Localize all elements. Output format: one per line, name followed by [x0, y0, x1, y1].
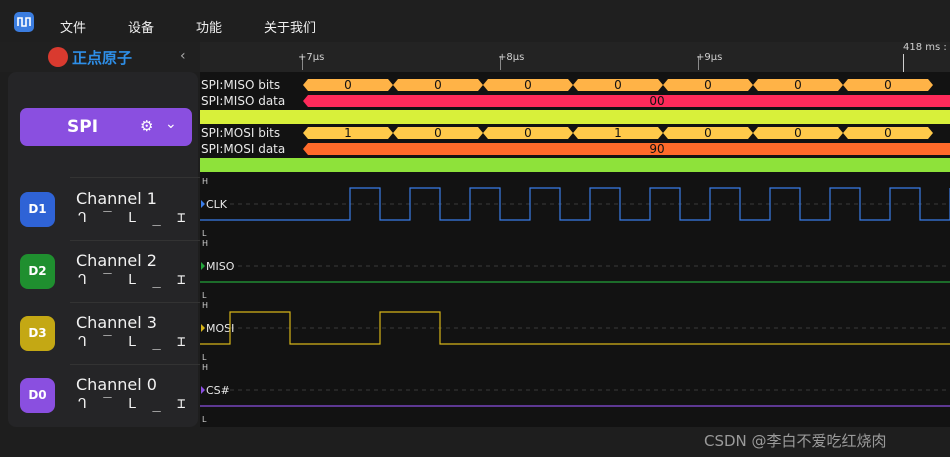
collapse-panel-icon[interactable]: ‹ [180, 48, 186, 64]
ruler-tick-label: +8µs [498, 52, 525, 63]
channel-badge-d2[interactable]: D2 [20, 254, 55, 289]
channel-divider [70, 240, 200, 241]
spi-analyzer-label: SPI [67, 117, 99, 137]
decoder-value: 0 [344, 78, 352, 92]
level-low-label: L [202, 229, 207, 238]
decoder-value: 0 [434, 126, 442, 140]
channel-name-0: Channel 0 [76, 375, 157, 394]
signal-label: MISO [206, 260, 235, 273]
channel-badge-d3[interactable]: D3 [20, 316, 55, 351]
channel-name-1: Channel 1 [76, 189, 157, 208]
level-low-label: L [202, 353, 207, 362]
level-low-label: L [202, 415, 207, 424]
decoder-band [200, 158, 950, 172]
decoder-value: 0 [524, 126, 532, 140]
decoder-row-label: SPI:MISO data [201, 94, 285, 108]
channel-name-2: Channel 2 [76, 251, 157, 270]
level-low-label: L [202, 291, 207, 300]
trigger-icons[interactable]: ᒉ ‾ ᒪ _ ⌶ [78, 334, 190, 350]
channel-badge-d1[interactable]: D1 [20, 192, 55, 227]
decoder-value: 0 [524, 78, 532, 92]
decoder-value: 1 [344, 126, 352, 140]
channel-divider [70, 302, 200, 303]
time-marker-label: 418 ms : 5 [903, 42, 950, 53]
trigger-icons[interactable]: ᒉ ‾ ᒪ _ ⌶ [78, 272, 190, 288]
time-ruler[interactable]: +7µs +8µs +9µs 418 ms : 5 [200, 42, 950, 72]
brand-logo-icon [48, 47, 68, 67]
menu-device[interactable]: 设备 [128, 17, 154, 36]
decoder-value: 0 [794, 78, 802, 92]
channel-name-3: Channel 3 [76, 313, 157, 332]
trigger-icons[interactable]: ᒉ ‾ ᒪ _ ⌶ [78, 396, 190, 412]
channel-divider [70, 177, 200, 178]
menu-function[interactable]: 功能 [196, 17, 222, 36]
decoder-segment [303, 143, 950, 155]
signal-marker-icon [201, 386, 205, 394]
ruler-tick-label: +7µs [298, 52, 325, 63]
decoder-segment [303, 95, 950, 107]
chevron-down-icon[interactable]: ⌄ [165, 116, 177, 132]
decoder-value: 0 [884, 126, 892, 140]
trigger-icons[interactable]: ᒉ ‾ ᒪ _ ⌶ [78, 210, 190, 226]
menu-about[interactable]: 关于我们 [264, 17, 316, 36]
level-high-label: H [202, 177, 208, 186]
ruler-tick-label: +9µs [696, 52, 723, 63]
watermark: CSDN @李白不爱吃红烧肉 [704, 432, 887, 450]
decoder-row-label: SPI:MOSI data [201, 142, 285, 156]
menu-file[interactable]: 文件 [60, 17, 86, 36]
app-logo-icon[interactable] [14, 12, 34, 32]
signal-marker-icon [201, 324, 205, 332]
decoder-row-label: SPI:MISO bits [201, 78, 280, 92]
waveform-canvas[interactable]: SPI:MISO bits 0 0 0 0 0 0 0SPI:MISO data 00SPI:M… [200, 72, 950, 427]
channel-divider [70, 364, 200, 365]
waveform-area[interactable]: SPI:MISO bits 0 0 0 0 0 0 0 SPI:MISO data 00 SPI:M… [200, 72, 950, 427]
level-high-label: H [202, 363, 208, 372]
decoder-value: 0 [704, 126, 712, 140]
signal-label: CLK [206, 198, 228, 211]
gear-icon[interactable]: ⚙ [140, 117, 153, 135]
decoder-row-label: SPI:MOSI bits [201, 126, 280, 140]
decoder-value: 0 [794, 126, 802, 140]
decoder-value: 00 [649, 94, 664, 108]
level-high-label: H [202, 239, 208, 248]
signal-marker-icon [201, 262, 205, 270]
brand-name: 正点原子 [72, 49, 133, 67]
signal-marker-icon [201, 200, 205, 208]
channel-badge-d0[interactable]: D0 [20, 378, 55, 413]
decoder-band [200, 110, 950, 124]
decoder-value: 1 [614, 126, 622, 140]
decoder-value: 0 [884, 78, 892, 92]
decoder-value: 0 [434, 78, 442, 92]
signal-label: CS# [206, 384, 230, 397]
time-marker[interactable] [903, 54, 904, 72]
decoder-value: 0 [614, 78, 622, 92]
level-high-label: H [202, 301, 208, 310]
decoder-value: 90 [649, 142, 664, 156]
decoder-value: 0 [704, 78, 712, 92]
